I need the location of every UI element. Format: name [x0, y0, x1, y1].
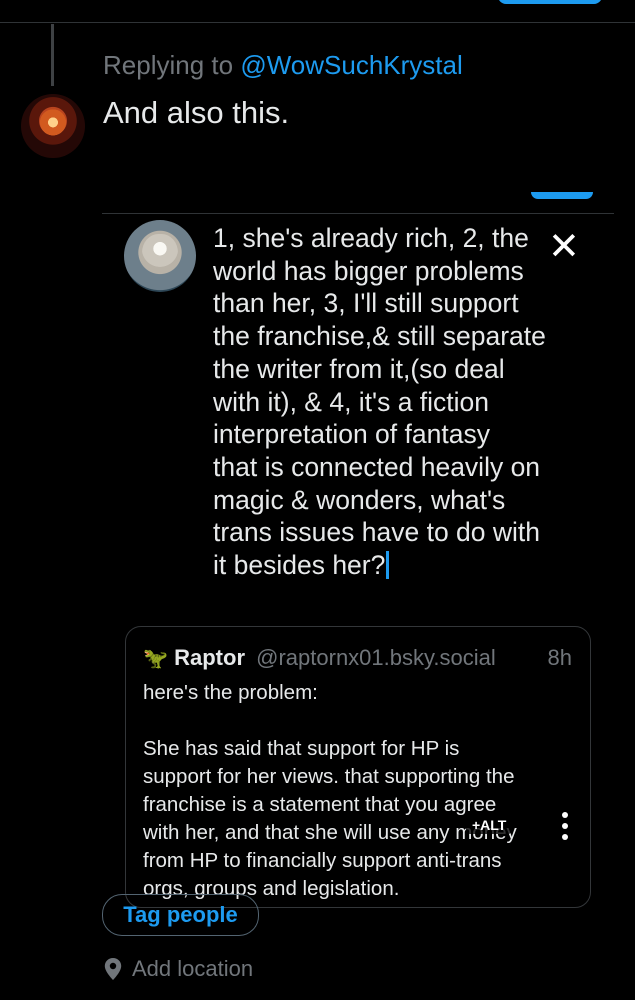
composer-line: with it), & 4, it's a fiction — [213, 386, 490, 417]
user-avatar[interactable] — [21, 94, 85, 158]
quote-header: 🦖 Raptor @raptornx01.bsky.social — [143, 645, 496, 671]
quote-author-name: Raptor — [174, 645, 246, 670]
quote-line: with her, and that she will use any mone… — [143, 821, 517, 844]
composer-line: interpretation of fantasy — [213, 419, 490, 450]
composer-line: than her, 3, I'll still support — [213, 288, 519, 319]
replying-prefix: Replying to — [103, 50, 234, 80]
quote-body: here's the problem: She has said that su… — [143, 679, 583, 903]
quote-line: from HP to financially support anti-tran… — [143, 849, 502, 872]
composer-line: that is connected heavily on — [213, 451, 541, 482]
composer-line: trans issues have to do with — [213, 517, 541, 548]
more-options-icon[interactable] — [559, 812, 571, 844]
composer-line: the writer from it,(so deal — [213, 353, 505, 384]
tag-people-button[interactable]: Tag people — [102, 894, 259, 936]
alt-text-button[interactable]: +ALT — [466, 816, 513, 834]
thread-connector — [51, 24, 54, 86]
top-divider — [0, 22, 635, 23]
quote-timestamp: 8h — [547, 645, 572, 670]
composer-line: it besides her? — [213, 550, 386, 581]
quote-line — [143, 707, 583, 735]
add-location-button[interactable]: Add location — [103, 956, 253, 982]
location-pin-icon — [104, 958, 122, 980]
replying-to: Replying to @WowSuchKrystal — [103, 50, 463, 81]
quote-avatar-icon: 🦖 — [143, 648, 168, 670]
composer-line: 1, she's already rich, 2, the — [213, 223, 529, 253]
attached-image-avatar — [124, 220, 196, 292]
top-button-edge[interactable] — [498, 0, 602, 4]
composer-last-line: it besides her? — [213, 549, 585, 582]
card-button-edge[interactable] — [531, 192, 593, 199]
quoted-post-image[interactable]: 🦖 Raptor @raptornx01.bsky.social 8h here… — [125, 626, 591, 908]
quote-line: She has said that support for HP is — [143, 737, 460, 760]
quote-line: here's the problem: — [143, 681, 318, 704]
add-location-label: Add location — [132, 956, 254, 981]
composer-line: magic & wonders, what's — [213, 484, 506, 515]
replying-handle-link[interactable]: @WowSuchKrystal — [240, 50, 462, 80]
text-cursor — [386, 551, 390, 580]
quote-line: support for her views. that supporting t… — [143, 765, 515, 788]
composer-line: the franchise,& still separate — [213, 321, 546, 352]
quote-line: franchise is a statement that you agree — [143, 793, 497, 816]
composer-text[interactable]: 1, she's already rich, 2, the world has … — [213, 222, 585, 582]
quote-author-handle: @raptornx01.bsky.social — [256, 645, 496, 670]
card-divider — [102, 213, 614, 214]
composer-line: world has bigger problems — [213, 255, 524, 286]
reply-text-input[interactable]: And also this. — [103, 95, 289, 131]
